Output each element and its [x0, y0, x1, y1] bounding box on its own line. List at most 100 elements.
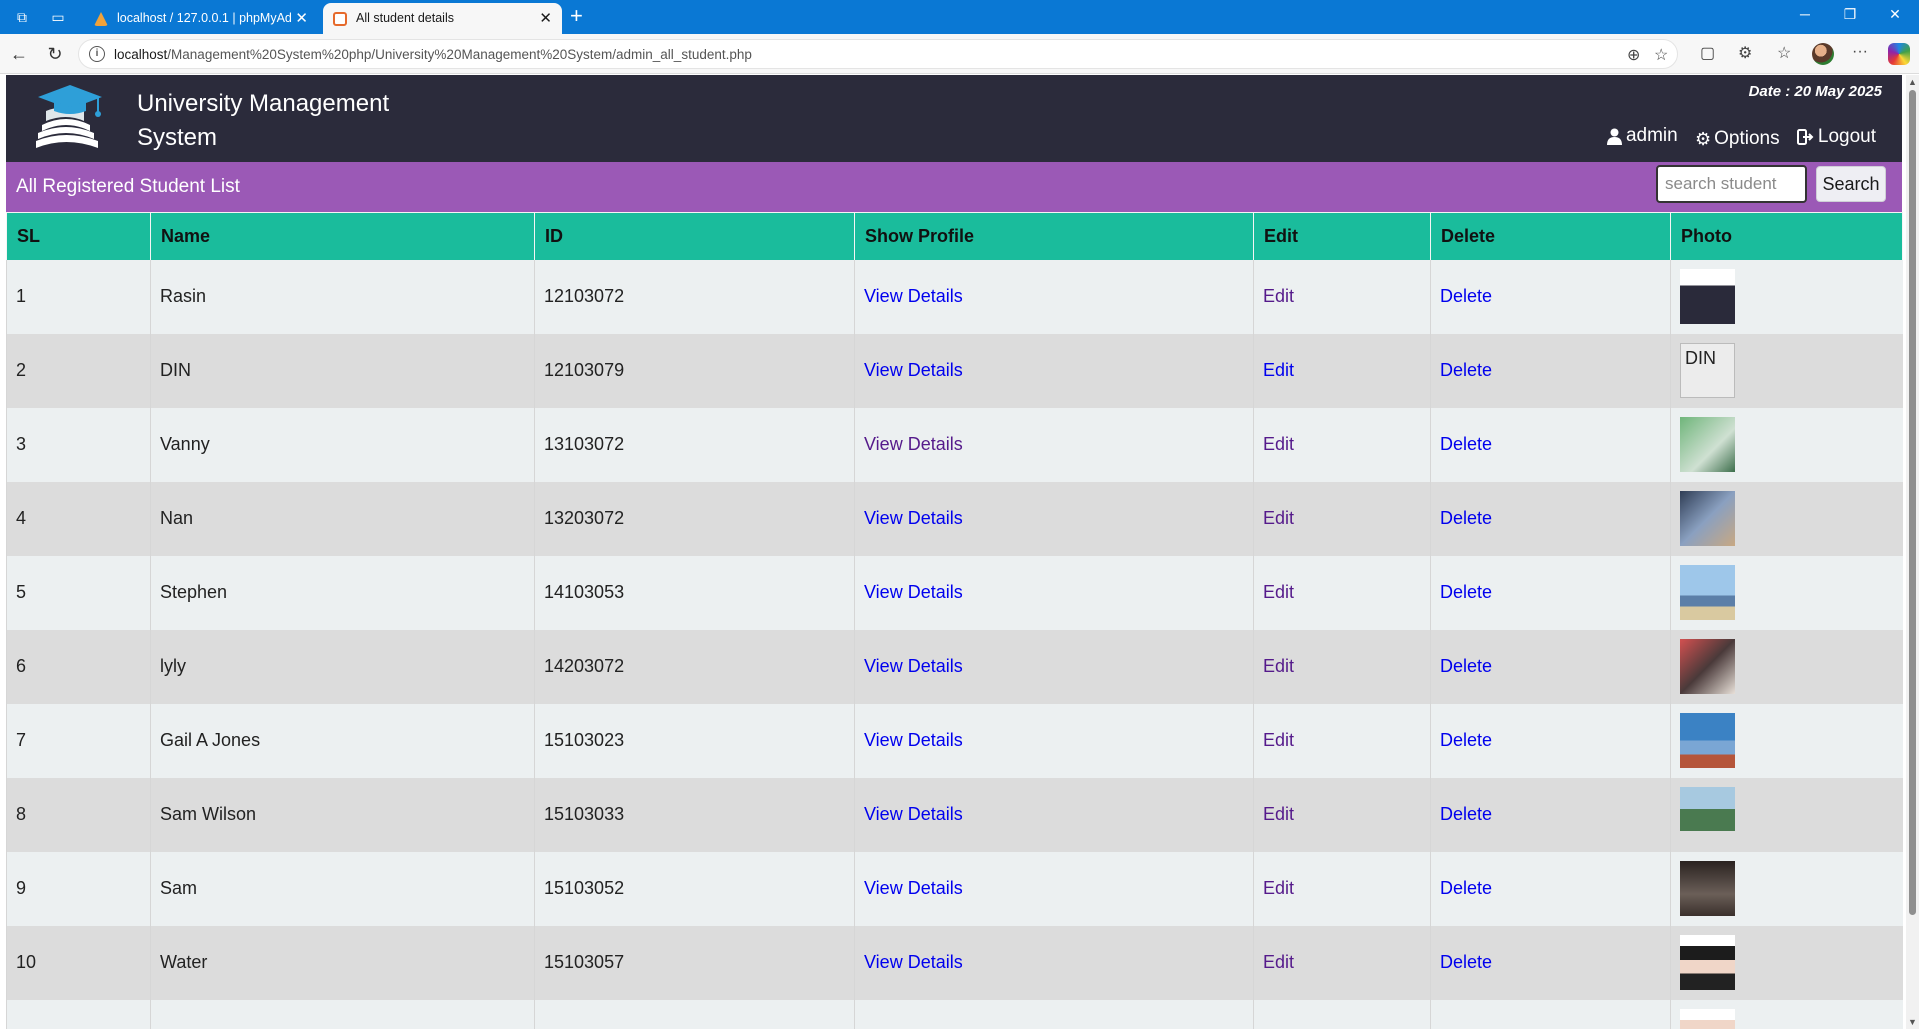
delete-link[interactable]: Delete	[1440, 730, 1492, 750]
site-title: University Management System	[137, 90, 390, 151]
search-button[interactable]: Search	[1816, 166, 1886, 202]
view-details-link[interactable]: View Details	[864, 286, 963, 306]
options-label: Options	[1714, 128, 1780, 149]
tab-actions-icon[interactable]: ▭	[48, 7, 68, 27]
site-info-icon[interactable]: i	[89, 46, 105, 62]
cell-delete	[1430, 999, 1671, 1029]
delete-link[interactable]: Delete	[1440, 878, 1492, 898]
scroll-down-icon[interactable]: ▼	[1908, 1017, 1917, 1027]
cell-edit: Edit	[1253, 333, 1431, 408]
cell-sl: 6	[6, 629, 151, 704]
cell-edit: Edit	[1253, 777, 1431, 852]
edit-link[interactable]: Edit	[1263, 878, 1294, 898]
close-tab-icon[interactable]: ✕	[539, 9, 552, 27]
reload-icon[interactable]: ↻	[44, 43, 66, 65]
cell-sl: 2	[6, 333, 151, 408]
cell-name: Sam	[150, 851, 535, 926]
profile-avatar[interactable]	[1812, 43, 1834, 65]
browser-tab-student-details[interactable]: All student details ✕	[323, 3, 562, 34]
cell-show-profile: View Details	[854, 259, 1254, 334]
cell-name: Vanny	[150, 407, 535, 482]
admin-label: admin	[1625, 125, 1678, 146]
delete-link[interactable]: Delete	[1440, 582, 1492, 602]
edit-link[interactable]: Edit	[1263, 360, 1294, 380]
table-row: 2 DIN 12103079 View Details Edit Delete DIN	[6, 333, 1903, 408]
options-menu-item[interactable]: ⚙ Options	[1695, 128, 1780, 150]
table-row: 1 Rasin 12103072 View Details Edit Delete	[6, 259, 1903, 334]
cell-sl: 10	[6, 925, 151, 1000]
column-header-show-profile: Show Profile	[854, 212, 1254, 260]
student-photo-broken: DIN	[1680, 343, 1735, 398]
delete-link[interactable]: Delete	[1440, 508, 1492, 528]
student-photo	[1680, 269, 1735, 324]
delete-link[interactable]: Delete	[1440, 360, 1492, 380]
page-scrollbar[interactable]: ▲ ▼	[1906, 75, 1919, 1029]
cell-delete: Delete	[1430, 481, 1671, 556]
view-details-link[interactable]: View Details	[864, 508, 963, 528]
edit-link[interactable]: Edit	[1263, 804, 1294, 824]
view-details-link[interactable]: View Details	[864, 952, 963, 972]
cell-name: Sam Wilson	[150, 777, 535, 852]
favorites-icon[interactable]: ☆	[1777, 43, 1791, 63]
zoom-icon[interactable]: ⊕	[1627, 45, 1640, 65]
more-menu-icon[interactable]: ···	[1852, 43, 1868, 61]
graduation-books-logo-icon	[36, 85, 102, 148]
view-details-link[interactable]: View Details	[864, 360, 963, 380]
tab-title: localhost / 127.0.0.1 | phpMyAdmin	[117, 11, 292, 25]
back-icon[interactable]: ←	[8, 43, 30, 65]
cell-delete: Delete	[1430, 925, 1671, 1000]
edit-link[interactable]: Edit	[1263, 582, 1294, 602]
cell-id: 12103079	[534, 333, 855, 408]
cell-delete: Delete	[1430, 851, 1671, 926]
cell-show-profile: View Details	[854, 333, 1254, 408]
workspaces-icon[interactable]: ⧉	[12, 7, 32, 27]
scroll-up-icon[interactable]: ▲	[1908, 77, 1917, 87]
cell-edit: Edit	[1253, 629, 1431, 704]
edit-link[interactable]: Edit	[1263, 434, 1294, 454]
cell-sl: 1	[6, 259, 151, 334]
search-input[interactable]	[1656, 165, 1807, 203]
new-tab-icon[interactable]: +	[570, 5, 583, 27]
edit-link[interactable]: Edit	[1263, 508, 1294, 528]
table-row: 3 Vanny 13103072 View Details Edit Delete	[6, 407, 1903, 482]
restore-icon[interactable]: ❐	[1830, 6, 1870, 23]
url-text: localhost/Management%20System%20php/Univ…	[114, 47, 752, 62]
admin-menu-item[interactable]: admin	[1606, 125, 1678, 147]
view-details-link[interactable]: View Details	[864, 656, 963, 676]
delete-link[interactable]: Delete	[1440, 656, 1492, 676]
scrollbar-thumb[interactable]	[1909, 90, 1916, 915]
logout-menu-item[interactable]: Logout	[1796, 126, 1876, 148]
delete-link[interactable]: Delete	[1440, 804, 1492, 824]
edit-link[interactable]: Edit	[1263, 952, 1294, 972]
cell-edit: Edit	[1253, 555, 1431, 630]
view-details-link[interactable]: View Details	[864, 878, 963, 898]
view-details-link[interactable]: View Details	[864, 730, 963, 750]
cell-name: Rasin	[150, 259, 535, 334]
student-photo	[1680, 565, 1735, 620]
student-photo	[1680, 1009, 1735, 1029]
favorite-star-icon[interactable]: ☆	[1654, 45, 1668, 65]
split-screen-icon[interactable]: ▢	[1700, 43, 1715, 63]
minimize-icon[interactable]: ─	[1785, 6, 1825, 22]
cell-sl	[6, 999, 151, 1029]
delete-link[interactable]: Delete	[1440, 286, 1492, 306]
browser-tab-phpmyadmin[interactable]: localhost / 127.0.0.1 | phpMyAdmin ✕	[84, 3, 318, 34]
column-header-edit: Edit	[1253, 212, 1431, 260]
student-list-title: All Registered Student List	[16, 176, 240, 197]
delete-link[interactable]: Delete	[1440, 434, 1492, 454]
view-details-link[interactable]: View Details	[864, 434, 963, 454]
view-details-link[interactable]: View Details	[864, 804, 963, 824]
edit-link[interactable]: Edit	[1263, 730, 1294, 750]
edit-link[interactable]: Edit	[1263, 656, 1294, 676]
copilot-icon[interactable]	[1888, 43, 1910, 65]
url-field[interactable]: i localhost/Management%20System%20php/Un…	[78, 39, 1678, 69]
cell-id: 15103057	[534, 925, 855, 1000]
close-tab-icon[interactable]: ✕	[295, 9, 308, 27]
edit-link[interactable]: Edit	[1263, 286, 1294, 306]
close-window-icon[interactable]: ✕	[1875, 6, 1915, 23]
delete-link[interactable]: Delete	[1440, 952, 1492, 972]
extensions-icon[interactable]: ⚙	[1738, 43, 1752, 63]
table-row: 4 Nan 13203072 View Details Edit Delete	[6, 481, 1903, 556]
cell-show-profile: View Details	[854, 703, 1254, 778]
view-details-link[interactable]: View Details	[864, 582, 963, 602]
